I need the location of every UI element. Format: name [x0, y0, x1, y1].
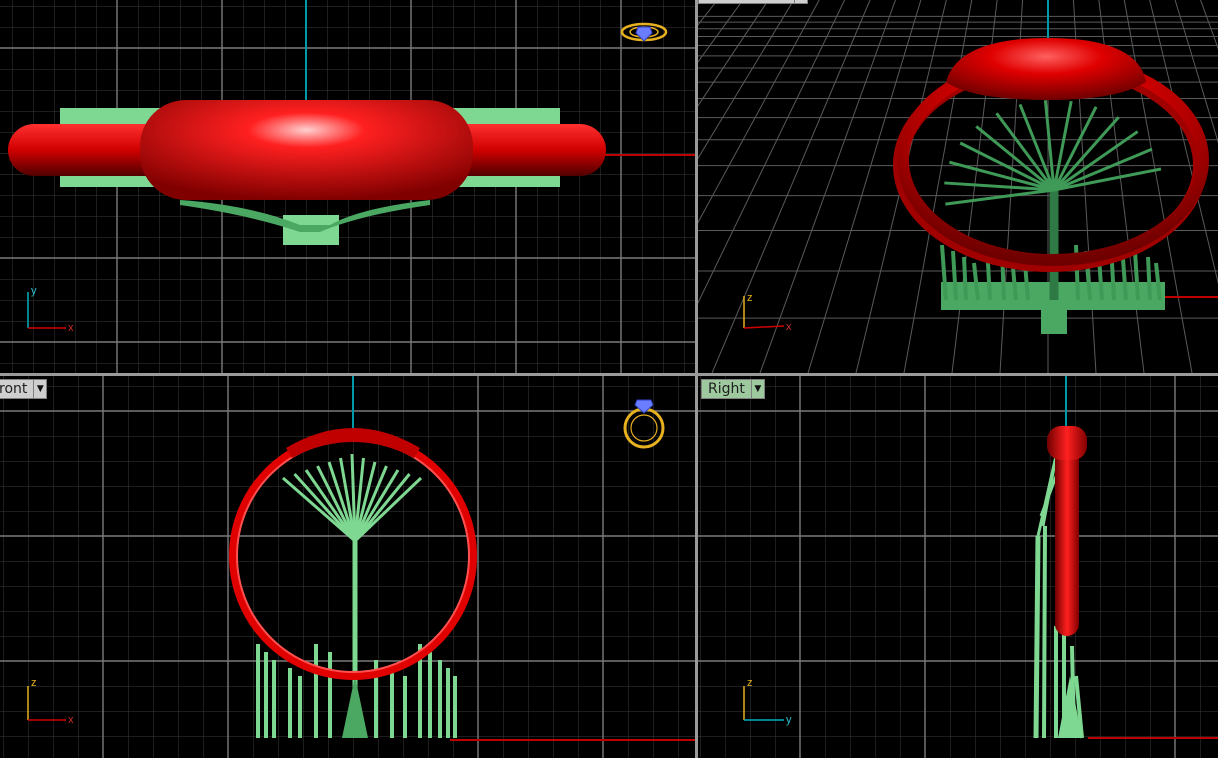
- dropdown-arrow-icon[interactable]: ▼: [750, 380, 764, 398]
- ring-head: [140, 100, 473, 200]
- ring-band: [1055, 446, 1079, 636]
- dropdown-arrow-icon[interactable]: ▼: [794, 0, 807, 3]
- support-structure: [940, 100, 1165, 334]
- axis-label-x: x: [68, 714, 74, 726]
- support-pin: [962, 256, 968, 301]
- perspective-scene: x z: [698, 0, 1218, 373]
- viewport-title: ront: [0, 381, 28, 397]
- viewport-divider-horizontal[interactable]: [0, 373, 1218, 376]
- front-view-scene: x z: [0, 376, 695, 758]
- viewport-perspective[interactable]: x z ▼: [698, 0, 1218, 373]
- viewport-right[interactable]: y z Right ▼: [698, 376, 1218, 758]
- perspective-grid: [698, 0, 1218, 373]
- axis-label-x: x: [786, 321, 792, 333]
- dropdown-arrow-icon[interactable]: ▼: [33, 380, 46, 398]
- axis-tripod: x z: [743, 292, 792, 333]
- viewport-title: [699, 0, 794, 3]
- viewport-tab-perspective[interactable]: ▼: [698, 0, 808, 4]
- axis-label-z: z: [747, 677, 753, 689]
- axis-label-y: y: [31, 285, 37, 297]
- axis-label-x: x: [68, 322, 74, 334]
- axis-label-z: z: [747, 292, 753, 304]
- axis-label-z: z: [31, 677, 37, 689]
- support-pin: [1146, 256, 1152, 301]
- support-pin: [1110, 262, 1116, 301]
- top-view-scene: x y: [0, 0, 695, 373]
- support-branch: [945, 188, 1055, 206]
- viewport-tab-right[interactable]: Right ▼: [701, 379, 765, 399]
- ring-head: [946, 38, 1146, 100]
- support-branch: [1052, 100, 1073, 191]
- viewport-tab-front[interactable]: ront ▼: [0, 379, 48, 399]
- viewport-divider-vertical[interactable]: [695, 0, 698, 758]
- ring-head: [1047, 426, 1087, 460]
- axis-label-y: y: [786, 714, 792, 726]
- viewport-top[interactable]: x y ▼: [0, 0, 695, 373]
- right-view-scene: y z: [698, 376, 1218, 758]
- viewport-title: Right: [708, 381, 745, 397]
- viewport-front[interactable]: x z ront ▼: [0, 376, 695, 758]
